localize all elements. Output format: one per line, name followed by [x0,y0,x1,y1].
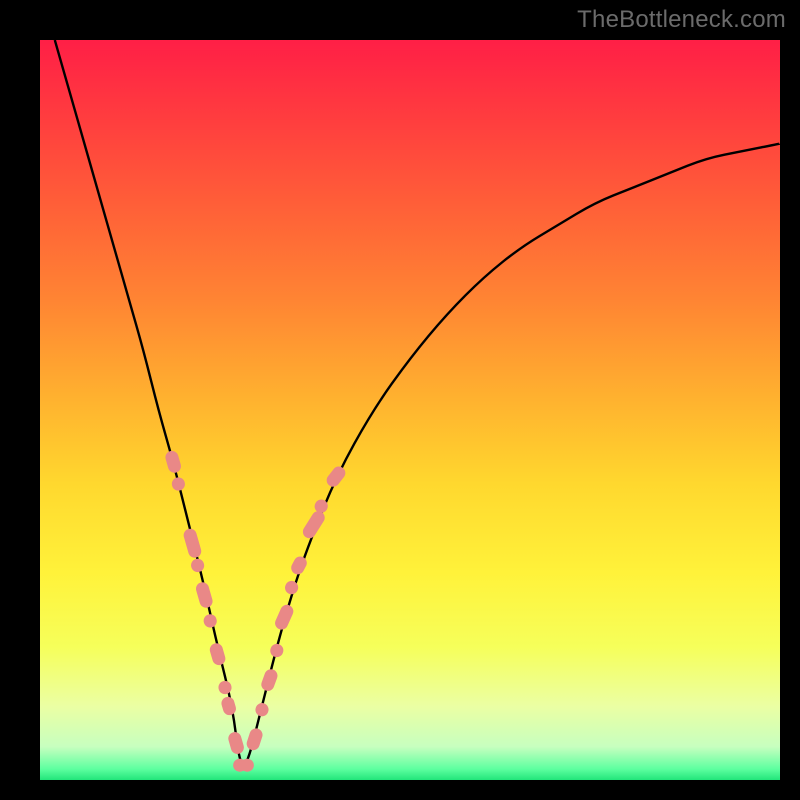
curve-marker [283,579,301,597]
curve-marker [273,603,295,632]
curve-marker [259,667,279,692]
curve-marker [220,695,238,716]
curve-marker [241,759,254,772]
curve-marker [190,557,206,573]
curve-marker [254,701,270,718]
curve-marker [324,464,348,489]
bottleneck-curve [55,40,780,765]
curve-marker [164,449,183,474]
curve-layer [40,40,780,780]
plot-area [40,40,780,780]
curve-marker [268,642,285,659]
curve-marker [245,727,264,752]
marker-group [164,449,348,771]
curve-marker [227,731,246,756]
curve-marker [194,581,214,609]
curve-marker [300,509,327,541]
curve-marker [289,554,309,576]
curve-marker [182,527,203,559]
curve-marker [202,613,218,629]
curve-marker [170,476,186,492]
curve-marker [208,642,227,667]
chart-frame: TheBottleneck.com [0,0,800,800]
curve-marker [217,679,233,695]
watermark-text: TheBottleneck.com [577,6,786,34]
